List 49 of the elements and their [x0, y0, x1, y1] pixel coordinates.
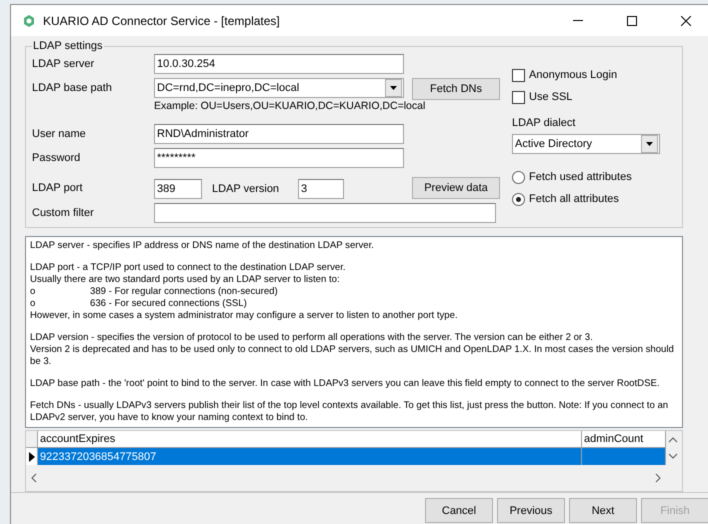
help-paragraph: LDAP base path - the 'root' point to bind to the server. In case with LDAPv3 servers you can leave this field empty to connect to the server RootDSE.	[30, 378, 661, 390]
password-field[interactable]: *********	[154, 148, 404, 168]
field-label: LDAP dialect	[512, 116, 576, 130]
example-hint: Example: OU=Users,OU=KUARIO,DC=KUARIO,DC=local	[154, 100, 426, 112]
help-paragraph: Fetch DNs - usually LDAPv3 servers publish their list of the top level contexts available. To get this list, just press the button. Note: If you connect to an LDAPv2 server, you have to know your naming context to bind to.	[30, 400, 670, 424]
fetch-dns-button[interactable]: Fetch DNs	[412, 78, 500, 100]
column-header[interactable]: adminCount	[582, 431, 666, 448]
help-paragraph: LDAP port - a TCP/IP port used to connect to the destination LDAP server. Usually there are two standard ports used by an LDAP server to listen to: o 389 - For regular connections (non-secured) o 636 - For secured connections (SSL) However, in some cases a system administrator may configure a server to listen to another port type.	[30, 262, 459, 322]
custom-filter-field[interactable]	[154, 203, 496, 223]
scroll-left-icon[interactable]	[30, 473, 38, 483]
field-label: LDAP server	[32, 57, 96, 72]
dialog-button[interactable]: Previous	[497, 498, 565, 523]
help-paragraph: LDAP version - specifies the version of protocol to be used to perform all operations with the server. The version can be either 2 or 3. Version 2 is deprecated and has to be used only to connect to old LDAP servers, such as UMICH and OpenLDAP 1.X. In most cases the version should be 3.	[30, 332, 675, 368]
minimize-icon	[573, 20, 583, 21]
checkbox-option[interactable]: Use SSL	[512, 88, 664, 106]
app-icon	[23, 14, 35, 26]
maximize-icon	[627, 16, 637, 26]
field-label: LDAP base path	[32, 81, 113, 96]
radio-option[interactable]: Fetch used attributes	[512, 168, 664, 186]
row-pointer-icon	[28, 452, 34, 462]
radio-option[interactable]: Fetch all attributes	[512, 190, 664, 208]
base-path-dropdown[interactable]: DC=rnd,DC=inepro,DC=local	[154, 78, 404, 98]
radio-button[interactable]	[512, 170, 525, 184]
caret-icon	[646, 142, 653, 146]
dialog-button[interactable]: Cancel	[425, 498, 493, 523]
group-legend: LDAP settings	[32, 40, 104, 52]
version-field[interactable]: 3	[298, 178, 344, 198]
caret-icon	[390, 86, 397, 90]
help-paragraph: LDAP server - specifies IP address or DNS name of the destination LDAP server.	[30, 240, 375, 252]
window-title: KUARIO AD Connector Service - [templates]	[43, 14, 281, 28]
preview-data-button[interactable]: Preview data	[412, 177, 500, 199]
field-label: Custom filter	[32, 206, 95, 221]
dialog-button[interactable]: Next	[569, 498, 637, 523]
radio-button[interactable]	[512, 192, 525, 206]
server-field[interactable]: 10.0.30.254	[154, 54, 404, 74]
checkbox[interactable]	[512, 90, 525, 104]
field-label: LDAP port	[32, 181, 84, 196]
field-label: Password	[32, 151, 82, 166]
field-label: LDAP version	[212, 182, 280, 196]
scroll-right-icon[interactable]	[654, 473, 662, 483]
user-name-field[interactable]: RND\Administrator	[154, 124, 404, 144]
checkbox-option[interactable]: Anonymous Login	[512, 66, 664, 84]
close-icon	[681, 16, 691, 26]
field-label: User name	[32, 127, 87, 142]
table-cell: 9223372036854775807	[38, 448, 582, 465]
dialect-dropdown[interactable]: Active Directory	[512, 134, 660, 154]
checkbox[interactable]	[512, 68, 525, 82]
port-field[interactable]: 389	[154, 178, 202, 198]
column-header[interactable]: accountExpires	[38, 431, 582, 448]
